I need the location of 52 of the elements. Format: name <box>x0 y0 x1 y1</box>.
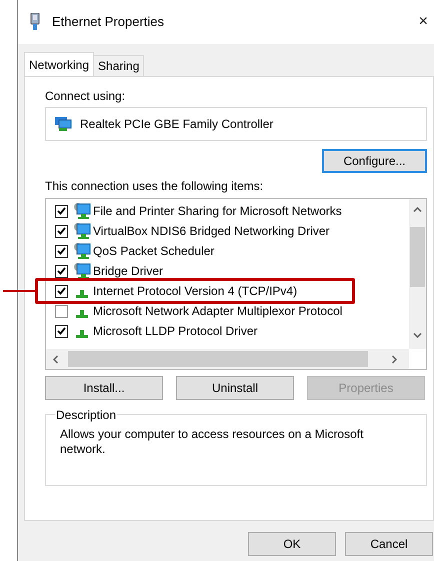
checkbox[interactable] <box>55 284 68 298</box>
scroll-right-icon[interactable] <box>392 355 397 364</box>
window-title: Ethernet Properties <box>52 13 164 32</box>
network-adapter-icon <box>30 13 40 31</box>
network-protocol-icon <box>76 310 88 318</box>
vertical-scrollbar[interactable] <box>409 199 426 349</box>
network-service-icon <box>73 242 91 260</box>
network-adapter-icon <box>54 116 72 132</box>
adapter-name: Realtek PCIe GBE Family Controller <box>80 116 274 133</box>
action-button[interactable]: Uninstall <box>176 376 294 400</box>
checkbox[interactable] <box>55 244 68 258</box>
item-label: Bridge Driver <box>93 263 164 280</box>
description-text: Allows your computer to access resources on a Microsoft network. <box>60 427 364 457</box>
list-item[interactable]: Bridge Driver <box>46 261 408 281</box>
horizontal-scrollbar[interactable] <box>46 349 409 369</box>
list-item[interactable]: File and Printer Sharing for Microsoft Networks <box>46 201 408 221</box>
item-label: Internet Protocol Version 4 (TCP/IPv4) <box>93 283 298 300</box>
scroll-left-icon[interactable] <box>53 355 58 364</box>
list-item[interactable]: QoS Packet Scheduler <box>46 241 408 261</box>
list-item[interactable]: VirtualBox NDIS6 Bridged Networking Driver <box>46 221 408 241</box>
network-protocol-icon <box>76 330 88 338</box>
checkbox[interactable] <box>55 304 68 318</box>
network-service-icon <box>73 262 91 280</box>
network-protocol-icon <box>76 290 88 298</box>
checkbox[interactable] <box>55 224 68 238</box>
network-service-icon <box>73 202 91 220</box>
item-label: VirtualBox NDIS6 Bridged Networking Driver <box>93 223 330 240</box>
list-item[interactable]: Microsoft LLDP Protocol Driver <box>46 321 408 341</box>
item-label: Microsoft Network Adapter Multiplexor Protocol <box>93 303 342 320</box>
item-label: Microsoft LLDP Protocol Driver <box>93 323 258 340</box>
dialog-button[interactable]: Cancel <box>345 532 433 556</box>
tab[interactable]: Networking <box>24 52 94 77</box>
section-label: Connect using: <box>45 88 126 105</box>
configure-button[interactable]: Configure... <box>322 149 427 173</box>
scroll-down-icon[interactable] <box>413 333 422 338</box>
scroll-up-icon[interactable] <box>413 207 422 212</box>
action-button[interactable]: Install... <box>45 376 163 400</box>
scroll-thumb[interactable] <box>410 227 425 287</box>
close-button[interactable]: × <box>416 14 430 30</box>
checkbox[interactable] <box>55 264 68 278</box>
network-service-icon <box>73 222 91 240</box>
section-label: This connection uses the following items: <box>45 178 264 195</box>
list-item[interactable]: Internet Protocol Version 4 (TCP/IPv4) <box>46 281 408 301</box>
item-label: QoS Packet Scheduler <box>93 243 214 260</box>
checkbox[interactable] <box>55 324 68 338</box>
dialog-button[interactable]: OK <box>248 532 336 556</box>
scroll-thumb[interactable] <box>68 351 368 367</box>
checkbox[interactable] <box>55 204 68 218</box>
item-label: File and Printer Sharing for Microsoft Networks <box>93 203 342 220</box>
leader-line <box>3 290 35 292</box>
list-item[interactable]: Microsoft Network Adapter Multiplexor Protocol <box>46 301 408 321</box>
tab[interactable]: Sharing <box>94 55 144 76</box>
